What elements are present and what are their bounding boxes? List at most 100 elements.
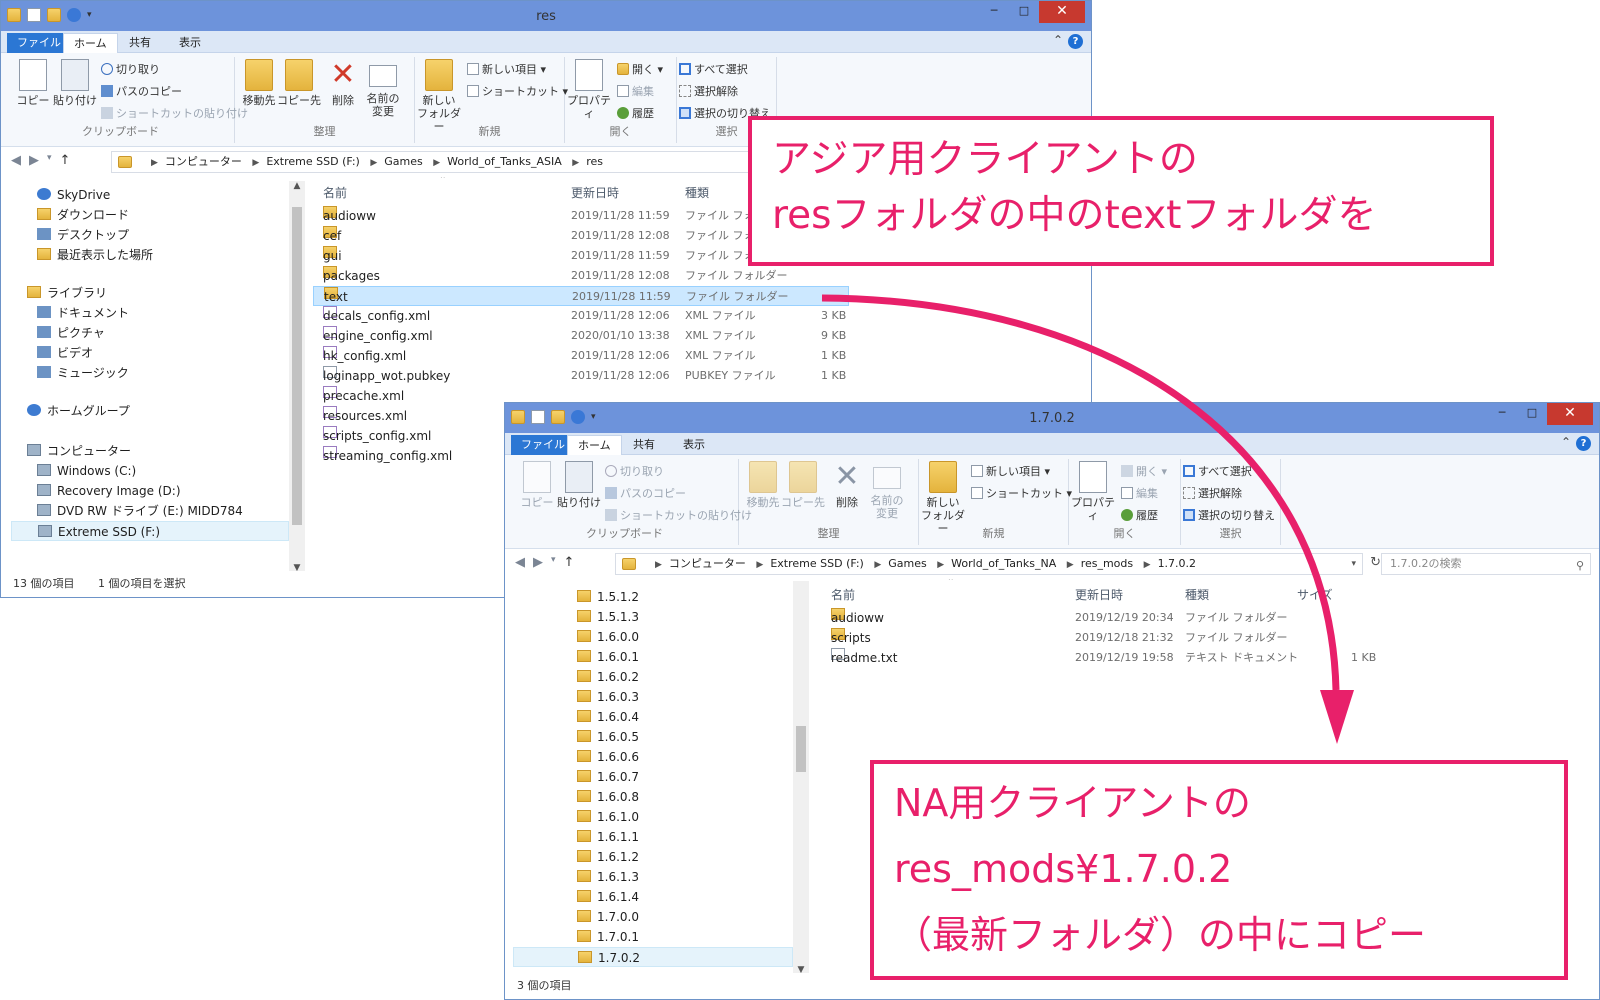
shortcut-button[interactable]: ショートカット ▾ — [971, 485, 1072, 503]
select-none-button[interactable]: 選択解除 — [679, 83, 738, 101]
nav-tree-item[interactable]: Extreme SSD (F:) — [11, 521, 289, 541]
forward-icon[interactable]: ▶ — [533, 555, 543, 570]
column-header-size[interactable]: サイズ — [1297, 586, 1333, 603]
copy-button[interactable]: コピー — [515, 461, 559, 509]
nav-tree-item[interactable]: 1.5.1.3 — [577, 607, 639, 627]
recent-locations-icon[interactable]: ▾ — [551, 555, 556, 570]
new-item-button[interactable]: 新しい項目 ▾ — [467, 61, 546, 79]
tab-view[interactable]: 表示 — [673, 435, 715, 455]
help-icon[interactable]: ? — [1576, 436, 1591, 451]
nav-tree-item[interactable]: ドキュメント — [37, 303, 129, 323]
breadcrumb-item[interactable]: 1.7.0.2 — [1158, 557, 1196, 570]
tab-view[interactable]: 表示 — [169, 33, 211, 53]
nav-tree-item[interactable]: 1.6.0.3 — [577, 687, 639, 707]
breadcrumb-item[interactable]: Extreme SSD (F:) — [770, 557, 864, 570]
scroll-up-icon[interactable]: ▲ — [289, 181, 305, 191]
collapse-ribbon-icon[interactable]: ⌃ — [1561, 435, 1571, 449]
nav-tree-item[interactable]: ピクチャ — [37, 323, 105, 343]
copy-path-button[interactable]: パスのコピー — [101, 83, 182, 101]
properties-button[interactable]: プロパティ — [1071, 461, 1115, 522]
select-none-button[interactable]: 選択解除 — [1183, 485, 1242, 503]
search-icon[interactable]: ⚲ — [1576, 556, 1584, 576]
column-header-date[interactable]: 更新日時 — [571, 184, 619, 201]
open-button[interactable]: 開く ▾ — [1121, 463, 1167, 481]
copy-button[interactable]: コピー — [11, 59, 55, 107]
open-button[interactable]: 開く ▾ — [617, 61, 663, 79]
title-bar[interactable]: ▾ 1.7.0.2 ─ □ ✕ — [505, 403, 1599, 433]
file-row[interactable]: decals_config.xml 2019/11/28 12:06 XML ファイ… — [313, 306, 849, 326]
nav-tree-item[interactable]: ビデオ — [37, 343, 93, 363]
paste-button[interactable]: 貼り付け — [53, 59, 97, 107]
breadcrumb-item[interactable]: Extreme SSD (F:) — [266, 155, 360, 168]
history-button[interactable]: 履歴 — [617, 105, 654, 123]
up-icon[interactable]: ↑ — [564, 555, 575, 570]
file-row[interactable]: readme.txt 2019/12/19 19:58 テキスト ドキュメント 1 K… — [821, 648, 1381, 668]
nav-tree-item[interactable]: ミュージック — [37, 363, 129, 383]
breadcrumb-item[interactable]: コンピューター — [669, 557, 746, 570]
tab-home[interactable]: ホーム — [567, 435, 622, 455]
column-header-name[interactable]: 名前 — [831, 586, 855, 603]
up-icon[interactable]: ↑ — [60, 153, 71, 168]
scroll-thumb[interactable] — [796, 726, 806, 772]
delete-button[interactable]: ✕ 削除 — [825, 461, 869, 510]
breadcrumb-item[interactable]: Games — [384, 155, 422, 168]
nav-tree-item[interactable]: 1.6.1.4 — [577, 887, 639, 907]
breadcrumb-item[interactable]: World_of_Tanks_NA — [951, 557, 1056, 570]
properties-button[interactable]: プロパティ — [567, 59, 611, 120]
address-dropdown-icon[interactable]: ▾ — [1351, 554, 1356, 574]
tab-file[interactable]: ファイル — [511, 435, 575, 455]
file-row[interactable]: engine_config.xml 2020/01/10 13:38 XML ファイ… — [313, 326, 849, 346]
nav-tree-item[interactable]: SkyDrive — [37, 185, 110, 205]
breadcrumb-item[interactable]: res — [586, 155, 603, 168]
nav-tree-item[interactable]: 1.6.0.6 — [577, 747, 639, 767]
search-input[interactable]: 1.7.0.2の検索 ⚲ — [1381, 553, 1591, 575]
scroll-thumb[interactable] — [292, 207, 302, 525]
column-header-type[interactable]: 種類 — [1185, 586, 1209, 603]
breadcrumb-item[interactable]: コンピューター — [165, 155, 242, 168]
nav-tree-item[interactable]: ホームグループ — [27, 401, 130, 421]
nav-tree-item[interactable]: 1.6.0.1 — [577, 647, 639, 667]
copy-to-button[interactable]: コピー先 — [277, 59, 321, 107]
paste-button[interactable]: 貼り付け — [557, 461, 601, 509]
nav-tree-item[interactable]: 1.6.1.2 — [577, 847, 639, 867]
select-all-button[interactable]: すべて選択 — [1183, 463, 1252, 481]
navigation-scrollbar[interactable]: ▼ — [793, 581, 809, 975]
tab-share[interactable]: 共有 — [119, 33, 161, 53]
new-folder-button[interactable]: 新しい フォルダー — [921, 461, 965, 535]
nav-tree-item[interactable]: コンピューター — [27, 441, 131, 461]
nav-tree-item[interactable]: 1.6.0.5 — [577, 727, 639, 747]
maximize-button[interactable]: □ — [1009, 1, 1039, 23]
close-button[interactable]: ✕ — [1547, 403, 1593, 425]
minimize-button[interactable]: ─ — [979, 1, 1009, 23]
breadcrumb-item[interactable]: res_mods — [1081, 557, 1133, 570]
rename-button[interactable]: 名前の 変更 — [361, 59, 405, 118]
maximize-button[interactable]: □ — [1517, 403, 1547, 425]
file-row[interactable]: audioww 2019/12/19 20:34 ファイル フォルダー — [821, 608, 1381, 628]
nav-tree-item[interactable]: 1.6.1.1 — [577, 827, 639, 847]
navigation-scrollbar[interactable]: ▲ ▼ — [289, 181, 305, 573]
back-icon[interactable]: ◀ — [515, 555, 525, 570]
tab-home[interactable]: ホーム — [63, 33, 118, 53]
nav-tree-item[interactable]: 1.6.0.4 — [577, 707, 639, 727]
nav-tree-item[interactable]: Windows (C:) — [37, 461, 136, 481]
nav-tree-item[interactable]: 1.6.0.7 — [577, 767, 639, 787]
column-header-date[interactable]: 更新日時 — [1075, 586, 1123, 603]
help-icon[interactable]: ? — [1068, 34, 1083, 49]
cut-button[interactable]: 切り取り — [101, 61, 160, 79]
rename-button[interactable]: 名前の 変更 — [865, 461, 909, 520]
tab-share[interactable]: 共有 — [623, 435, 665, 455]
nav-tree-item[interactable]: DVD RW ドライブ (E:) MIDD784 — [37, 501, 243, 521]
move-to-button[interactable]: 移動先 — [237, 59, 281, 107]
delete-button[interactable]: ✕ 削除 — [321, 59, 365, 108]
paste-shortcut-button[interactable]: ショートカットの貼り付け — [101, 105, 248, 123]
edit-button[interactable]: 編集 — [617, 83, 654, 101]
edit-button[interactable]: 編集 — [1121, 485, 1158, 503]
close-button[interactable]: ✕ — [1039, 1, 1085, 23]
nav-tree-item[interactable]: 1.7.0.0 — [577, 907, 639, 927]
file-row[interactable]: packages 2019/11/28 12:08 ファイル フォルダー — [313, 266, 849, 286]
file-row[interactable]: text 2019/11/28 11:59 ファイル フォルダー — [313, 286, 849, 306]
nav-tree-item[interactable]: 1.6.0.8 — [577, 787, 639, 807]
history-button[interactable]: 履歴 — [1121, 507, 1158, 525]
refresh-icon[interactable]: ↻ — [1370, 555, 1381, 570]
invert-selection-button[interactable]: 選択の切り替え — [1183, 507, 1275, 525]
